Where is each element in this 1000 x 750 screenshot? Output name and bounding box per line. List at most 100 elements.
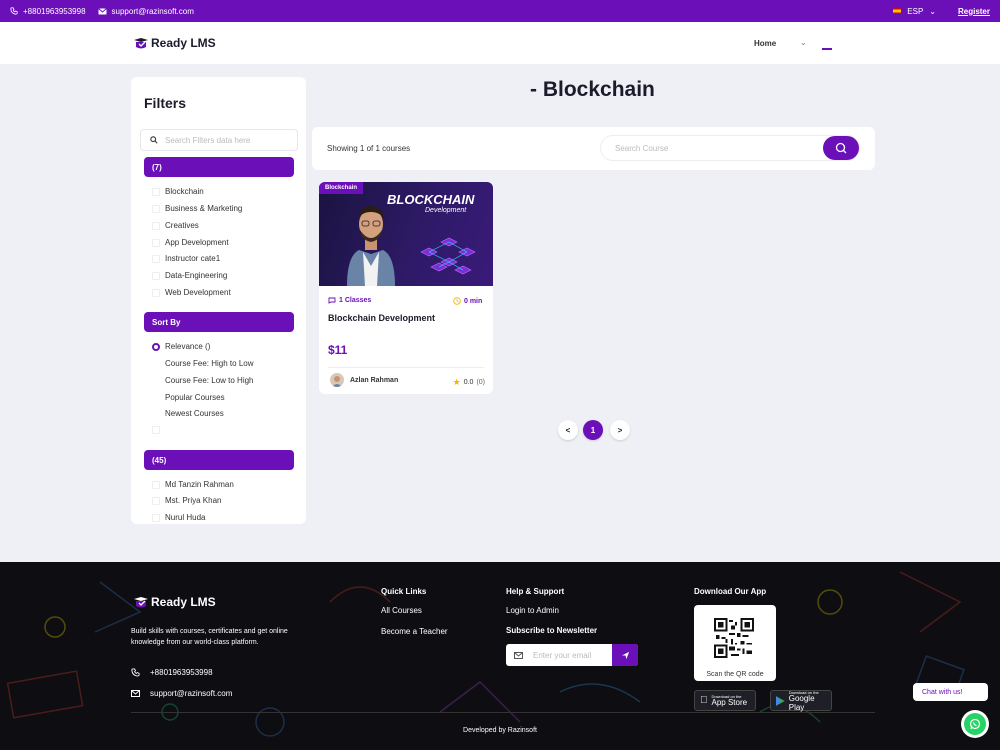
category-tag: Blockchain (319, 182, 364, 194)
category-label: Blockchain (165, 187, 204, 196)
footer-link-become-teacher[interactable]: Become a Teacher (381, 627, 448, 636)
course-search-input[interactable]: Search Course (600, 135, 860, 161)
duration-text: 0 min (464, 297, 483, 305)
topbar-phone-text: +8801963953998 (23, 6, 86, 16)
instructors-header[interactable]: (45) (144, 450, 294, 470)
course-author[interactable]: Azlan Rahman (330, 373, 398, 387)
category-option[interactable]: Data-Engineering (152, 271, 227, 280)
blockchain-cubes-graphic (420, 237, 476, 275)
radio[interactable] (152, 394, 160, 402)
category-option[interactable]: Creatives (152, 221, 199, 230)
checkbox[interactable] (152, 496, 160, 505)
instructor-option[interactable]: Mst. Priya Khan (152, 496, 221, 505)
sort-option[interactable]: Course Fee: High to Low (152, 359, 254, 368)
register-link[interactable]: Register (958, 7, 990, 16)
checkbox[interactable] (152, 187, 160, 196)
instructor-option[interactable]: Nurul Huda (152, 513, 205, 522)
instructor-option[interactable]: Md Tanzin Rahman (152, 480, 234, 489)
course-title[interactable]: Blockchain Development (328, 313, 435, 323)
main-header: Ready LMS Home ⌄ (0, 22, 1000, 64)
banner-title: BLOCKCHAIN (387, 192, 475, 207)
sort-label: Course Fee: High to Low (165, 359, 254, 368)
nav-home[interactable]: Home (754, 39, 776, 48)
footer-phone[interactable]: +8801963953998 (131, 668, 213, 677)
checkbox[interactable] (152, 221, 160, 230)
course-price: $11 (328, 343, 348, 357)
newsletter-submit-button[interactable] (612, 644, 638, 666)
sort-option[interactable]: Relevance () (152, 342, 210, 351)
classes-text: 1 Classes (339, 297, 372, 304)
qr-caption: Scan the QR code (706, 671, 764, 678)
review-count: (0) (476, 379, 485, 386)
course-search-button[interactable] (823, 136, 859, 160)
topbar-phone[interactable]: +8801963953998 (10, 7, 86, 16)
results-bar: Showing 1 of 1 courses Search Course (312, 127, 875, 170)
footer-logo[interactable]: Ready LMS (133, 595, 216, 609)
sort-label: Newest Courses (165, 409, 224, 418)
newsletter-email-input[interactable]: Enter your email (506, 644, 638, 666)
download-app-title: Download Our App (694, 587, 767, 596)
course-card[interactable]: BLOCKCHAIN Development Blockchain 1 Clas… (319, 182, 493, 394)
language-selector[interactable]: ESP ⌄ (893, 7, 936, 16)
category-option[interactable]: Web Development (152, 288, 231, 297)
sort-label: Popular Courses (165, 393, 225, 402)
chat-label: Chat with us! (922, 688, 963, 696)
instructor-photo (347, 206, 395, 286)
footer-link-login-admin[interactable]: Login to Admin (506, 606, 559, 615)
newsletter-title: Subscribe to Newsletter (506, 626, 598, 635)
instructor-label: Mst. Priya Khan (165, 496, 222, 505)
google-play-button[interactable]: Download on the Google Play (770, 690, 832, 712)
search-icon (150, 136, 158, 144)
checkbox[interactable] (152, 204, 160, 213)
mail-icon (131, 690, 140, 697)
sort-option[interactable]: Newest Courses (152, 409, 224, 418)
logo-text: Ready LMS (151, 36, 216, 50)
checkbox[interactable] (152, 271, 160, 280)
category-option[interactable]: Instructor cate1 (152, 254, 220, 263)
page-title: - Blockchain (530, 78, 655, 101)
quick-links-title: Quick Links (381, 587, 427, 596)
site-logo[interactable]: Ready LMS (133, 36, 216, 50)
pagination-page-1[interactable]: 1 (583, 420, 603, 440)
categories-header[interactable]: (7) (144, 157, 294, 177)
sort-option[interactable]: Popular Courses (152, 393, 225, 402)
language-label: ESP (907, 6, 924, 16)
course-search-placeholder: Search Course (615, 143, 669, 153)
course-thumbnail[interactable]: BLOCKCHAIN Development Blockchain (319, 182, 493, 286)
checkbox[interactable] (152, 513, 160, 522)
category-option[interactable]: Business & Marketing (152, 204, 242, 213)
pagination-prev[interactable]: < (558, 420, 578, 440)
category-option[interactable]: App Development (152, 238, 229, 247)
radio-selected[interactable] (152, 342, 160, 351)
mail-icon (97, 7, 107, 14)
chevron-down-icon[interactable]: ⌄ (800, 38, 807, 47)
logo-mark-icon (134, 596, 148, 607)
radio[interactable] (152, 410, 160, 418)
topbar-email[interactable]: support@razinsoft.com (97, 6, 194, 16)
menu-indicator[interactable] (822, 48, 832, 50)
sort-option[interactable]: Course Fee: Low to High (152, 376, 254, 385)
checkbox[interactable] (152, 238, 160, 247)
sort-option-empty[interactable] (152, 426, 165, 434)
checkbox[interactable] (152, 288, 160, 297)
footer-link-all-courses[interactable]: All Courses (381, 606, 422, 615)
radio[interactable] (152, 360, 160, 368)
filters-search-input[interactable]: Search Filters data here (140, 129, 298, 151)
checkbox[interactable] (152, 254, 160, 263)
category-option[interactable]: Blockchain (152, 187, 204, 196)
app-store-button[interactable]:  Download on the App Store (694, 690, 756, 711)
pagination-next[interactable]: > (610, 420, 630, 440)
checkbox[interactable] (152, 426, 160, 434)
results-count: Showing 1 of 1 courses (327, 144, 411, 153)
topbar-email-text: support@razinsoft.com (111, 6, 194, 16)
checkbox[interactable] (152, 480, 160, 489)
apple-icon:  (700, 695, 708, 706)
phone-icon (131, 668, 140, 677)
footer-divider (131, 712, 875, 713)
radio[interactable] (152, 377, 160, 385)
whatsapp-button[interactable] (961, 710, 989, 738)
sort-header[interactable]: Sort By (144, 312, 294, 332)
footer-email[interactable]: support@razinsoft.com (131, 689, 232, 698)
chat-bubble[interactable]: Chat with us! (913, 683, 988, 701)
filters-panel: Filters Search Filters data here (7) Blo… (131, 77, 306, 524)
